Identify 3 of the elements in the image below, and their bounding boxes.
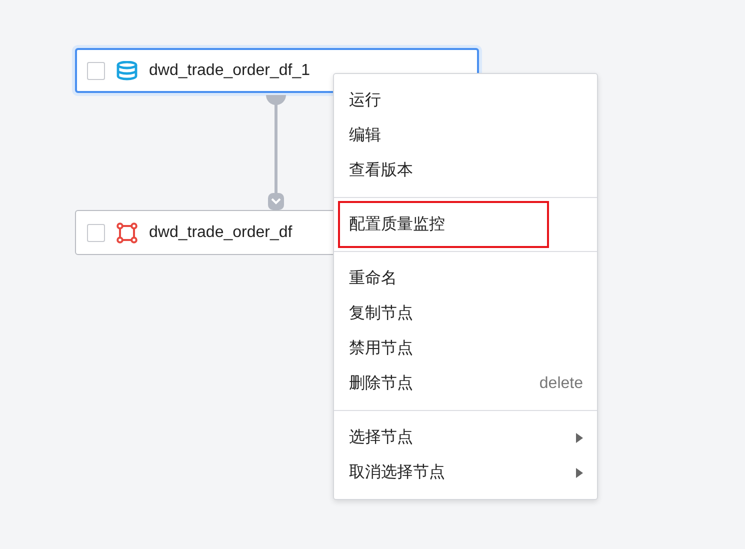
node-label: dwd_trade_order_df xyxy=(149,224,292,242)
shortcut-label: delete xyxy=(539,374,583,392)
node-label: dwd_trade_order_df_1 xyxy=(149,62,310,80)
